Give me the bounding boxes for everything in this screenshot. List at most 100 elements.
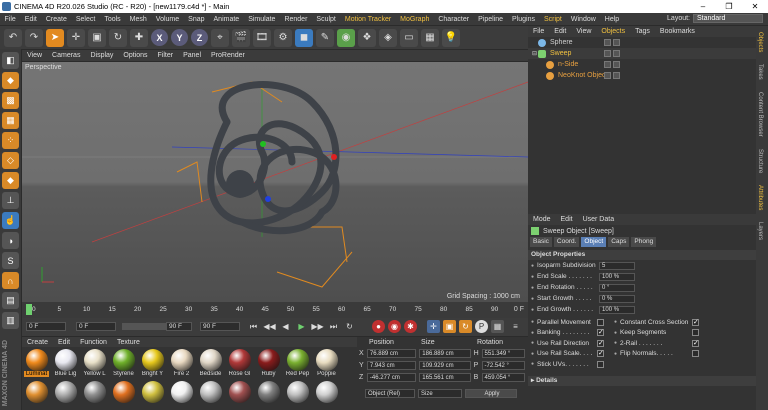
material-swatch[interactable]: Poppie [314, 349, 339, 377]
scale-tool-icon[interactable]: ▣ [88, 28, 106, 47]
start-frame-field[interactable]: 0 F [26, 322, 66, 331]
size-y-field[interactable]: 109.929 cm [419, 360, 471, 370]
viewport-menu-options[interactable]: Options [118, 52, 152, 59]
keyframe-selection-icon[interactable]: ✱ [404, 320, 417, 333]
close-button[interactable]: ✕ [742, 0, 768, 13]
pos-z-field[interactable]: -46.277 cm [366, 372, 417, 382]
object-menu-tags[interactable]: Tags [630, 28, 655, 35]
menu-tools[interactable]: Tools [100, 16, 125, 23]
loop-icon[interactable]: ↻ [343, 320, 356, 333]
floor-icon[interactable]: ▭ [400, 28, 418, 47]
animate-dot-icon[interactable]: ● [531, 285, 534, 291]
material-swatch[interactable] [314, 381, 339, 403]
object-row-neoknot[interactable]: NeoKnot Object [528, 70, 756, 81]
axis-mode-icon[interactable]: ⊥ [2, 192, 19, 209]
play-icon[interactable]: ▶ [295, 320, 308, 333]
animate-dot-icon[interactable]: ● [614, 351, 617, 357]
viewport-menu-display[interactable]: Display [85, 52, 118, 59]
render-view-icon[interactable]: 🎬 [232, 28, 250, 47]
animate-dot-icon[interactable]: ● [614, 340, 617, 346]
current-frame-field[interactable]: 0 F [76, 322, 116, 331]
menu-help[interactable]: Help [600, 16, 623, 23]
dock-tab[interactable]: Content Browser [756, 86, 764, 143]
menu-render[interactable]: Render [280, 16, 312, 23]
end-frame-field[interactable]: 90 F [166, 322, 192, 331]
checkbox[interactable]: ✓ [692, 339, 700, 347]
material-swatch[interactable]: Blue Lig [53, 349, 78, 377]
rot-h-field[interactable]: 551.349 ° [481, 348, 525, 358]
size-mode-dropdown[interactable]: Size [418, 388, 462, 398]
pos-y-field[interactable]: 7.943 cm [366, 360, 417, 370]
object-menu-bookmarks[interactable]: Bookmarks [655, 28, 700, 35]
workplane-mode-icon[interactable]: ▦ [2, 112, 19, 129]
dock-tab[interactable]: Takes [756, 58, 764, 86]
material-menu-texture[interactable]: Texture [112, 339, 145, 346]
record-key-icon[interactable]: ● [372, 320, 385, 333]
menu-edit[interactable]: Edit [20, 16, 41, 23]
rotate-tool-icon[interactable]: ↻ [109, 28, 127, 47]
x-axis-lock-icon[interactable]: X [151, 29, 168, 46]
coordinate-system-icon[interactable]: ⌖ [211, 28, 229, 47]
checkbox[interactable]: ✓ [597, 339, 605, 347]
material-swatch[interactable] [285, 381, 310, 403]
position-key-icon[interactable]: ✛ [427, 320, 440, 333]
move-tool-icon[interactable]: ✛ [67, 28, 85, 47]
dock-tab[interactable]: Objects [756, 26, 764, 58]
viewport-menu-filter[interactable]: Filter [153, 52, 179, 59]
material-swatch[interactable] [198, 381, 223, 403]
coord-mode-dropdown[interactable]: Object (Rel) [365, 388, 415, 398]
tab-phong[interactable]: Phong [631, 237, 657, 247]
rot-b-field[interactable]: 459.054 ° [481, 372, 525, 382]
go-to-start-icon[interactable]: ⏮ [247, 320, 260, 333]
timeline[interactable]: 0 5 10 15 20 25 30 35 40 45 50 55 60 65 70 75 80 85 90 0 F [22, 302, 528, 318]
menu-create[interactable]: Create [41, 16, 71, 23]
animate-dot-icon[interactable]: ● [531, 319, 534, 325]
dock-tab[interactable]: Attributes [756, 179, 764, 216]
material-menu-function[interactable]: Function [75, 339, 112, 346]
parameter-key-icon[interactable]: P [475, 320, 488, 333]
animate-dot-icon[interactable]: ● [531, 296, 534, 302]
material-swatch[interactable] [140, 381, 165, 403]
object-menu-view[interactable]: View [571, 28, 596, 35]
menu-select[interactable]: Select [71, 16, 99, 23]
size-z-field[interactable]: 165.561 cm [419, 372, 471, 382]
previous-frame-icon[interactable]: ◀ [279, 320, 292, 333]
menu-character[interactable]: Character [434, 16, 474, 23]
light-icon[interactable]: 💡 [442, 28, 460, 47]
previous-key-icon[interactable]: ◀◀ [263, 320, 276, 333]
material-swatch[interactable] [82, 381, 107, 403]
snap-icon[interactable]: S [2, 252, 19, 269]
menu-script[interactable]: Script [539, 16, 566, 23]
material-swatch[interactable]: Red Pep [285, 349, 310, 377]
property-value-field[interactable]: 0 % [599, 294, 636, 303]
animate-dot-icon[interactable]: ● [531, 274, 534, 280]
menu-sculpt[interactable]: Sculpt [312, 16, 340, 23]
rotation-key-icon[interactable]: ↻ [459, 320, 472, 333]
material-swatch[interactable]: Styrene [111, 349, 136, 377]
property-value-field[interactable]: 100 % [599, 305, 636, 314]
material-swatch[interactable] [169, 381, 194, 403]
material-swatch[interactable] [111, 381, 136, 403]
points-mode-icon[interactable]: ⁘ [2, 132, 19, 149]
checkbox[interactable]: ✓ [692, 318, 700, 326]
camera-icon[interactable]: ▦ [421, 28, 439, 47]
material-swatch[interactable]: Bright Y [140, 349, 165, 377]
z-axis-lock-icon[interactable]: Z [191, 29, 208, 46]
menu-mograph[interactable]: MoGraph [396, 16, 434, 23]
animate-dot-icon[interactable]: ● [531, 330, 534, 336]
autokey-icon[interactable]: ◉ [388, 320, 401, 333]
transform-tool-icon[interactable]: ✚ [130, 28, 148, 47]
object-row-nside[interactable]: n-Side [528, 59, 756, 70]
viewport-menu-panel[interactable]: Panel [178, 52, 206, 59]
menu-motion-tracker[interactable]: Motion Tracker [340, 16, 395, 23]
menu-window[interactable]: Window [566, 16, 600, 23]
animate-dot-icon[interactable]: ● [531, 263, 534, 269]
material-swatch[interactable] [24, 381, 49, 403]
attr-menu-user-data[interactable]: User Data [578, 216, 620, 223]
polygons-mode-icon[interactable]: ◆ [2, 172, 19, 189]
material-menu-create[interactable]: Create [22, 339, 53, 346]
object-menu-edit[interactable]: Edit [549, 28, 571, 35]
menu-animate[interactable]: Animate [209, 16, 244, 23]
apply-button[interactable]: Apply [465, 388, 517, 398]
material-swatch[interactable] [256, 381, 281, 403]
